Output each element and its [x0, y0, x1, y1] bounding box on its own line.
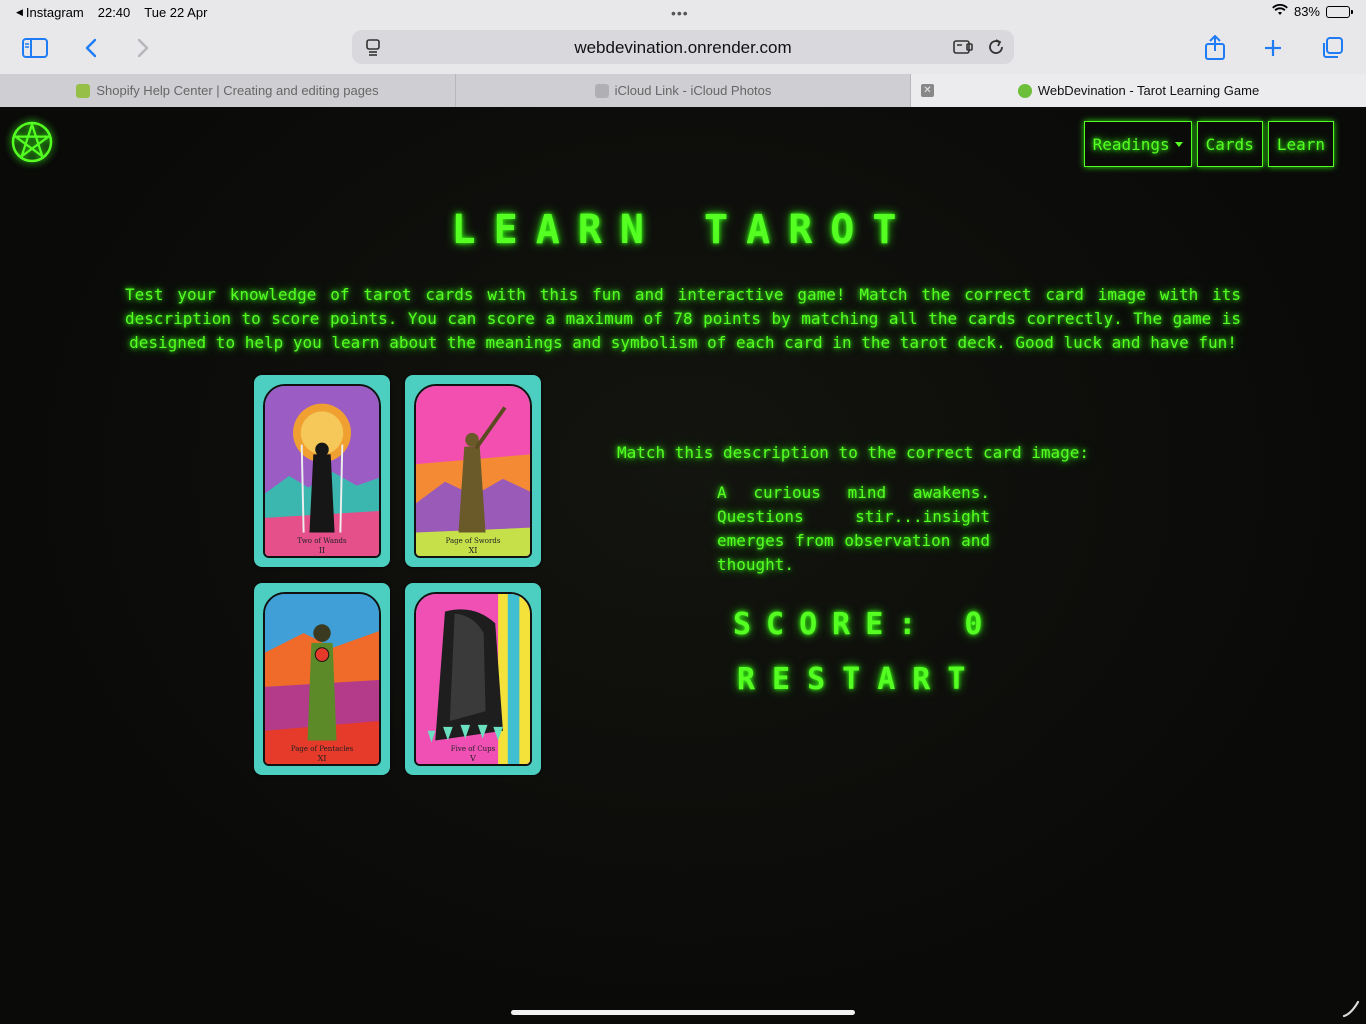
apple-favicon-icon	[594, 83, 609, 98]
page-content: Readings Cards Learn LEARN TAROT Test yo…	[0, 107, 1366, 1024]
tarot-card-two-of-wands[interactable]: Two of Wands II	[254, 375, 390, 567]
card-numeral: XI	[468, 546, 478, 555]
card-numeral: II	[318, 546, 326, 555]
cards-nav-button[interactable]: Cards	[1196, 121, 1263, 167]
home-indicator[interactable]	[511, 1010, 855, 1015]
card-artwork	[414, 384, 532, 558]
learn-nav-button[interactable]: Learn	[1267, 121, 1334, 167]
tab-shopify[interactable]: Shopify Help Center | Creating and editi…	[0, 74, 456, 107]
tab-label: iCloud Link - iCloud Photos	[614, 83, 772, 98]
wifi-icon	[1272, 3, 1288, 19]
tab-icloud[interactable]: iCloud Link - iCloud Photos	[456, 74, 911, 107]
card-name: Page of Swords	[445, 537, 501, 545]
close-tab-icon[interactable]: ✕	[921, 84, 934, 97]
tab-overview-icon[interactable]	[1316, 32, 1348, 64]
card-artwork	[263, 384, 381, 558]
webdevination-favicon-icon	[1017, 83, 1032, 98]
sidebar-toggle-icon[interactable]	[19, 32, 51, 64]
back-to-app-button[interactable]: ◀ Instagram	[16, 5, 84, 20]
status-date: Tue 22 Apr	[144, 5, 208, 20]
tarot-card-five-of-cups[interactable]: Five of Cups V	[405, 583, 541, 775]
readings-dropdown-button[interactable]: Readings	[1083, 121, 1192, 167]
battery-icon	[1326, 5, 1353, 18]
tab-label: Shopify Help Center | Creating and editi…	[96, 83, 379, 98]
card-name: Five of Cups	[450, 745, 496, 753]
back-arrow-icon[interactable]	[75, 32, 107, 64]
card-artwork	[414, 592, 532, 766]
tab-label: WebDevination - Tarot Learning Game	[1037, 83, 1260, 98]
tab-bar: Shopify Help Center | Creating and editi…	[0, 74, 1366, 107]
address-bar[interactable]: webdevination.onrender.com	[352, 30, 1014, 64]
main-nav: Readings Cards Learn	[1083, 121, 1334, 167]
shopify-favicon-icon	[76, 83, 91, 98]
forward-arrow-icon[interactable]	[127, 32, 159, 64]
share-icon[interactable]	[1199, 32, 1231, 64]
multitasking-dots-icon[interactable]: •••	[671, 5, 689, 21]
page-title: LEARN TAROT	[451, 207, 915, 253]
match-prompt: Match this description to the correct ca…	[617, 443, 1090, 462]
browser-toolbar: webdevination.onrender.com	[0, 24, 1366, 74]
restart-button[interactable]: RESTART	[737, 662, 982, 697]
score-display: SCORE: 0	[733, 607, 998, 642]
tarot-card-page-of-swords[interactable]: Page of Swords XI	[405, 375, 541, 567]
url-text: webdevination.onrender.com	[574, 38, 792, 57]
readings-label: Readings	[1092, 134, 1170, 154]
new-tab-plus-icon[interactable]	[1257, 32, 1289, 64]
intro-text: Test your knowledge of tarot cards with …	[125, 285, 1241, 352]
status-time: 22:40	[97, 5, 131, 20]
card-numeral: V	[470, 754, 476, 763]
tab-webdevination[interactable]: ✕ WebDevination - Tarot Learning Game	[911, 74, 1366, 107]
card-grid: Two of Wands II Page of Swords XI Page o…	[254, 375, 544, 775]
scribble-pencil-icon	[1342, 1000, 1360, 1018]
back-triangle-icon: ◀	[16, 7, 23, 17]
pentagram-logo-icon[interactable]	[11, 121, 53, 163]
status-bar: ◀ Instagram 22:40 Tue 22 Apr ••• 83%	[0, 0, 1366, 24]
card-description: A curious mind awakens. Questions stir..…	[717, 483, 990, 574]
card-numeral: XI	[317, 754, 327, 763]
card-artwork	[263, 592, 381, 766]
reader-extension-icon[interactable]	[952, 36, 974, 58]
card-name: Page of Pentacles	[290, 745, 354, 753]
back-app-label: Instagram	[25, 5, 84, 20]
battery-percent: 83%	[1293, 4, 1320, 19]
card-name: Two of Wands	[297, 537, 347, 545]
tarot-card-page-of-pentacles[interactable]: Page of Pentacles XI	[254, 583, 390, 775]
reload-icon[interactable]	[985, 36, 1007, 58]
caret-down-icon	[1174, 141, 1183, 147]
